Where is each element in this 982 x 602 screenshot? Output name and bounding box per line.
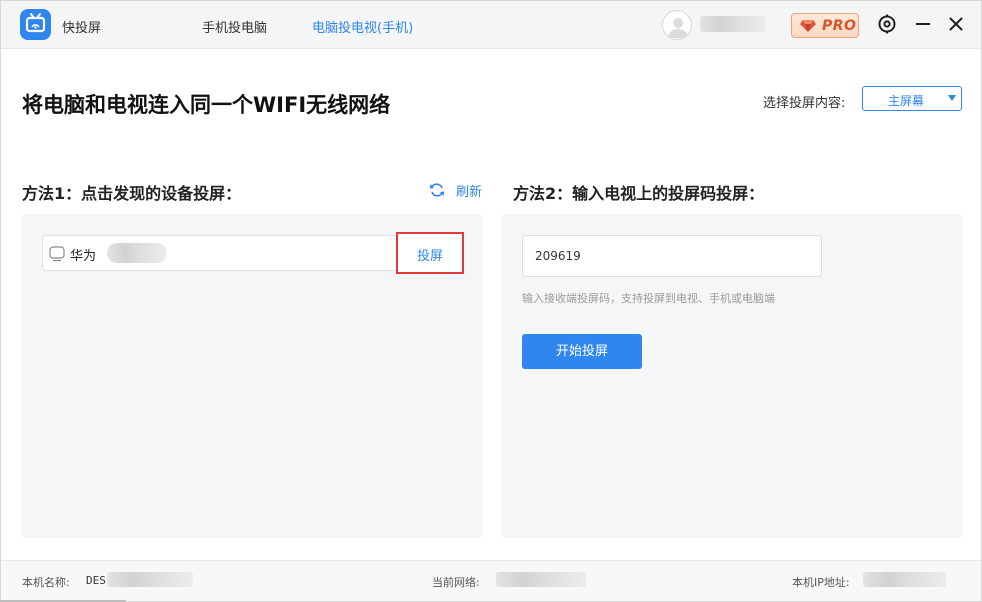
method2-title: 方法2：输入电视上的投屏码投屏： [513, 184, 765, 203]
pc-name-value: DES [86, 574, 106, 587]
gem-icon [800, 20, 816, 32]
username-redacted [700, 16, 766, 32]
app-logo-icon [20, 9, 51, 40]
status-bar: 本机名称: DES 当前网络: 本机IP地址: [1, 560, 981, 601]
app-window: 快投屏 手机投电脑 电脑投电视(手机) PRO 将电脑和电视连入同一个WIFI无… [0, 0, 982, 602]
list-item[interactable]: 华为 投屏 [42, 232, 464, 274]
pro-badge[interactable]: PRO [791, 13, 859, 38]
pc-name-label: 本机名称: [22, 576, 70, 589]
page-title: 将电脑和电视连入同一个WIFI无线网络 [22, 93, 391, 117]
avatar[interactable] [662, 10, 692, 40]
tab-phone-to-pc[interactable]: 手机投电脑 [202, 17, 267, 36]
network-redacted [496, 572, 586, 587]
method1-title: 方法1：点击发现的设备投屏： [22, 184, 242, 203]
refresh-icon [429, 183, 445, 197]
tab-pc-to-tv[interactable]: 电脑投电视(手机) [312, 17, 413, 36]
refresh-label: 刷新 [456, 185, 483, 200]
minimize-icon[interactable] [912, 13, 934, 35]
cast-button[interactable]: 投屏 [396, 232, 464, 274]
device-name-redacted [107, 243, 167, 263]
cast-code-panel: 输入接收端投屏码，支持投屏到电视、手机或电脑端 开始投屏 [502, 214, 962, 538]
select-value: 主屏幕 [888, 94, 925, 108]
select-content-label: 选择投屏内容: [763, 96, 846, 111]
app-name: 快投屏 [62, 21, 102, 36]
device-name: 华为 [70, 249, 97, 264]
pc-name-redacted [107, 572, 193, 587]
cast-button-label: 投屏 [416, 249, 443, 264]
caret-down-icon [948, 95, 956, 101]
network-label: 当前网络: [432, 576, 480, 589]
cast-code-input[interactable] [522, 235, 822, 277]
screen-content-select[interactable]: 主屏幕 [862, 86, 962, 111]
start-cast-button[interactable]: 开始投屏 [522, 334, 642, 369]
ip-redacted [863, 572, 946, 587]
close-icon[interactable] [945, 13, 967, 35]
ip-label: 本机IP地址: [792, 576, 850, 589]
tv-icon [49, 246, 65, 262]
pro-label: PRO [822, 18, 857, 34]
title-bar: 快投屏 手机投电脑 电脑投电视(手机) PRO [1, 1, 981, 49]
cast-code-hint: 输入接收端投屏码，支持投屏到电视、手机或电脑端 [522, 292, 775, 305]
device-list-panel: 华为 投屏 [22, 214, 482, 538]
settings-icon[interactable] [876, 13, 898, 35]
